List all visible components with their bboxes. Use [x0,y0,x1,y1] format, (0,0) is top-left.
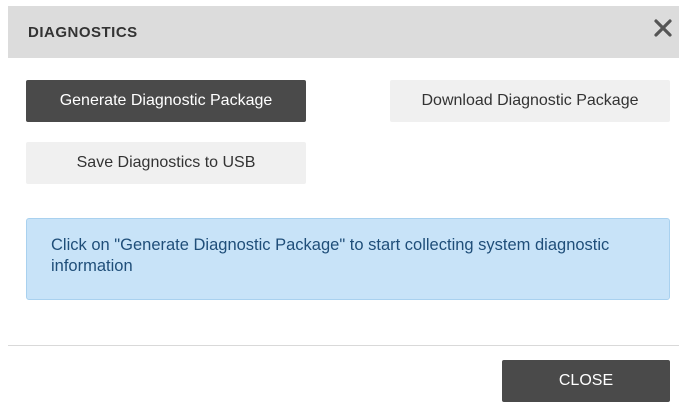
info-message-box: Click on "Generate Diagnostic Package" t… [26,218,670,300]
dialog-header: DIAGNOSTICS [8,6,679,58]
close-icon[interactable] [649,14,677,42]
save-diagnostics-to-usb-button[interactable]: Save Diagnostics to USB [26,142,306,184]
diagnostics-dialog: DIAGNOSTICS Generate Diagnostic Package … [0,0,679,408]
info-message-text: Click on "Generate Diagnostic Package" t… [51,236,610,275]
footer-divider [8,345,679,346]
close-button[interactable]: CLOSE [502,360,670,402]
generate-diagnostic-package-button[interactable]: Generate Diagnostic Package [26,80,306,122]
dialog-title: DIAGNOSTICS [28,24,138,41]
download-diagnostic-package-button[interactable]: Download Diagnostic Package [390,80,670,122]
